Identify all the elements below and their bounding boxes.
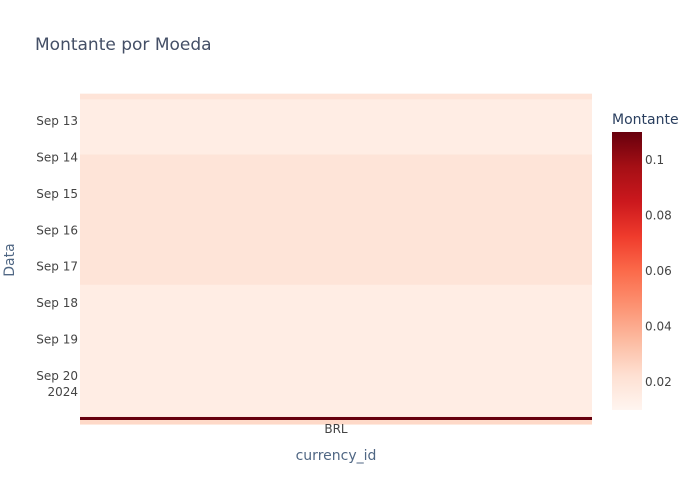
y-tick-label-1: Sep 14	[36, 150, 78, 164]
y-tick-label-0: Sep 13	[36, 114, 78, 128]
heatmap-cell-3	[80, 284, 592, 417]
heatmap-cell-1	[80, 99, 592, 155]
colorbar-ticks: 0.02 0.04 0.06 0.08 0.1	[645, 153, 672, 389]
x-tick-label-0: BRL	[324, 422, 348, 436]
y-tick-label-3: Sep 16	[36, 223, 78, 237]
heatmap-cell-0	[80, 93, 592, 100]
x-axis-ticks: BRL	[324, 422, 348, 436]
y-axis-title: Data	[2, 243, 18, 276]
y-tick-label-4: Sep 17	[36, 260, 78, 274]
heatmap-cell-2	[80, 154, 592, 285]
colorbar-tick-label-4: 0.1	[645, 153, 664, 167]
y-tick-year-label: 2024	[47, 385, 78, 399]
x-axis-title: currency_id	[296, 448, 377, 464]
colorbar-title: Montante	[612, 112, 679, 128]
y-tick-label-6: Sep 19	[36, 333, 78, 347]
y-tick-label-5: Sep 18	[36, 296, 78, 310]
colorbar-tick-label-2: 0.06	[645, 264, 672, 278]
colorbar-gradient	[612, 132, 642, 410]
heatmap-cells	[80, 93, 592, 425]
colorbar-tick-label-0: 0.02	[645, 375, 672, 389]
colorbar-tick-label-1: 0.04	[645, 320, 672, 334]
colorbar: Montante 0.02 0.04 0.06 0.08 0.1	[612, 112, 679, 410]
colorbar-tick-label-3: 0.08	[645, 208, 672, 222]
y-tick-label-7: Sep 20	[36, 369, 78, 383]
chart-title: Montante por Moeda	[35, 35, 212, 55]
y-tick-label-2: Sep 15	[36, 187, 78, 201]
heatmap-cell-4	[80, 416, 592, 421]
y-axis-ticks: Sep 13 Sep 14 Sep 15 Sep 16 Sep 17 Sep 18 Sep …	[36, 114, 78, 399]
heatmap-chart: Montante por Moeda Sep 13Sep 14Sep 15Sep…	[2, 35, 679, 464]
